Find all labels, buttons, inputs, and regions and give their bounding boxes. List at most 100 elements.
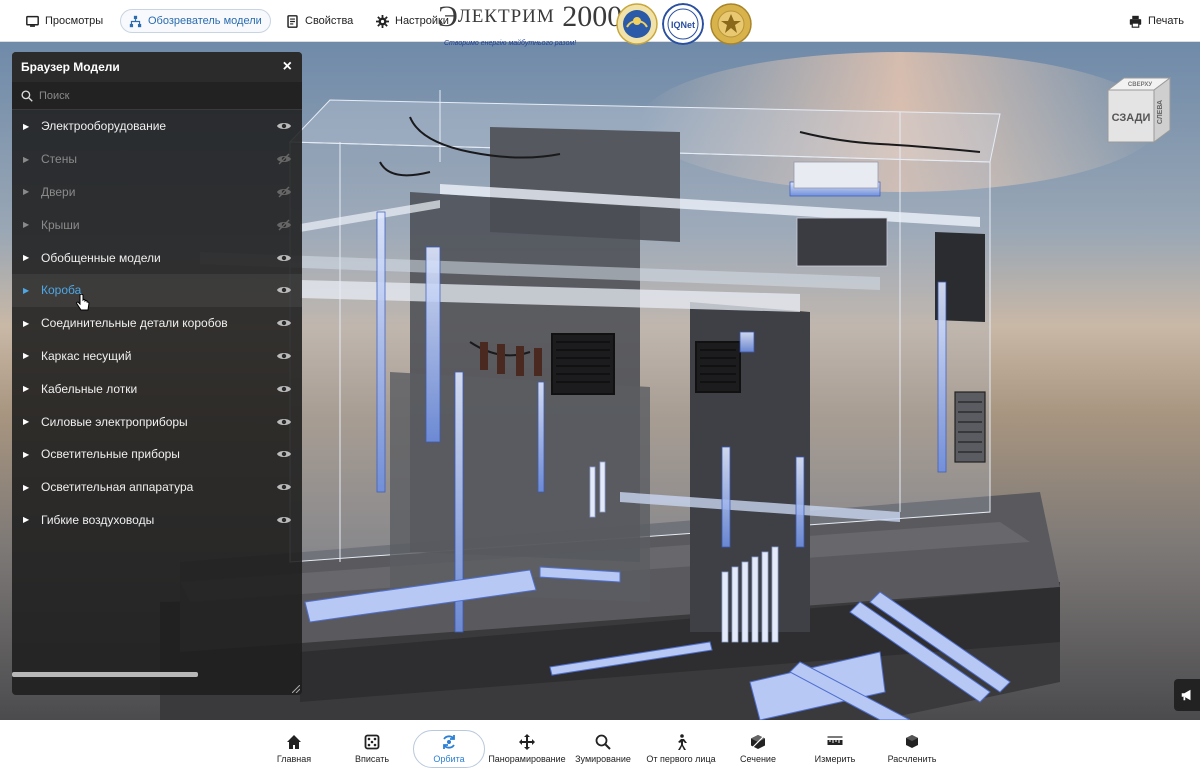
tree-item[interactable]: ▶ Гибкие воздуховоды	[12, 504, 302, 537]
tree-item[interactable]: ▶ Силовые электроприборы	[12, 405, 302, 438]
tree-item-label: Обобщенные модели	[41, 250, 161, 265]
eye-icon[interactable]	[276, 120, 292, 132]
certification-seal-icon	[616, 3, 658, 45]
tab-label: Свойства	[305, 15, 354, 27]
walk-icon	[678, 734, 687, 750]
hand-cursor-icon	[76, 294, 90, 311]
notifications-button[interactable]	[1174, 679, 1200, 711]
gear-icon	[376, 14, 389, 28]
eye-icon[interactable]	[276, 416, 292, 428]
eye-off-icon[interactable]	[276, 186, 292, 198]
expand-arrow-icon[interactable]: ▶	[23, 286, 31, 295]
tree-item-label: Двери	[41, 184, 76, 199]
search-icon	[21, 89, 33, 102]
eye-icon[interactable]	[276, 284, 292, 296]
section-button[interactable]: Сечение	[721, 734, 795, 764]
eye-icon[interactable]	[276, 317, 292, 329]
pan-button[interactable]: Панорамирование	[488, 734, 566, 764]
tree-item[interactable]: ▶ Крыши	[12, 208, 302, 241]
panel-search	[12, 82, 302, 110]
monitor-icon	[26, 15, 39, 27]
section-icon	[751, 735, 765, 749]
tab-views[interactable]: Просмотры	[18, 9, 111, 33]
orbit-button[interactable]: Орбита	[412, 734, 486, 764]
expand-arrow-icon[interactable]: ▶	[23, 515, 31, 524]
expand-arrow-icon[interactable]: ▶	[23, 351, 31, 360]
expand-arrow-icon[interactable]: ▶	[23, 483, 31, 492]
svg-text:IQNet: IQNet	[671, 20, 695, 30]
tree-item[interactable]: ▶ Обобщенные модели	[12, 241, 302, 274]
expand-arrow-icon[interactable]: ▶	[23, 220, 31, 229]
fit-icon	[364, 734, 380, 750]
tab-label: Просмотры	[45, 15, 104, 27]
tree-item-label: Каркас несущий	[41, 348, 132, 363]
tree-item[interactable]: ▶ Электрооборудование	[12, 110, 302, 143]
tree-item-label: Осветительная аппаратура	[41, 480, 194, 495]
expand-arrow-icon[interactable]: ▶	[23, 122, 31, 131]
zoom-icon	[595, 734, 611, 750]
explode-icon	[906, 735, 918, 748]
tree-item[interactable]: ▶ Двери	[12, 176, 302, 209]
megaphone-icon	[1181, 689, 1191, 701]
expand-arrow-icon[interactable]: ▶	[23, 384, 31, 393]
tree-item-label: Электрооборудование	[41, 119, 167, 134]
expand-arrow-icon[interactable]: ▶	[23, 319, 31, 328]
tree-item[interactable]: ▶ Осветительная аппаратура	[12, 471, 302, 504]
tab-label: Обозреватель модели	[148, 15, 262, 27]
printer-icon	[1129, 15, 1142, 28]
horizontal-scrollbar[interactable]	[12, 672, 198, 677]
expand-arrow-icon[interactable]: ▶	[23, 417, 31, 426]
eye-icon[interactable]	[276, 448, 292, 460]
hierarchy-icon	[129, 15, 142, 27]
print-button[interactable]: Печать	[1129, 9, 1184, 33]
measure-button[interactable]: Измерить	[798, 734, 872, 764]
print-label: Печать	[1147, 15, 1184, 27]
zoom-button[interactable]: Зумирование	[566, 734, 640, 764]
eye-off-icon[interactable]	[276, 219, 292, 231]
tree-item[interactable]: ▶ Каркас несущий	[12, 340, 302, 373]
tree-item-label: Крыши	[41, 217, 80, 232]
eye-off-icon[interactable]	[276, 153, 292, 165]
tree-item[interactable]: ▶ Стены	[12, 143, 302, 176]
expand-arrow-icon[interactable]: ▶	[23, 187, 31, 196]
tab-properties[interactable]: Свойства	[278, 9, 361, 33]
eye-icon[interactable]	[276, 514, 292, 526]
ruler-icon	[827, 736, 843, 745]
panel-header: Браузер Модели ×	[12, 52, 302, 82]
eye-icon[interactable]	[276, 252, 292, 264]
tree-item-selected[interactable]: ▶ Короба	[12, 273, 302, 307]
tree-item-label: Осветительные приборы	[41, 447, 180, 462]
search-input[interactable]	[39, 89, 279, 102]
eye-icon[interactable]	[276, 481, 292, 493]
panel-title: Браузер Модели	[21, 60, 120, 74]
expand-arrow-icon[interactable]: ▶	[23, 450, 31, 459]
tree-item-label: Кабельные лотки	[41, 381, 138, 396]
model-tree: ▶ Электрооборудование ▶ Стены ▶ Двери ▶ Крыш…	[12, 110, 302, 536]
home-button[interactable]: Главная	[257, 734, 331, 764]
document-icon	[287, 14, 298, 28]
viewcube[interactable]: СЗАДИ СЛЕВА СВЕРХУ	[1104, 76, 1174, 148]
gold-seal-icon	[710, 3, 752, 45]
viewcube-side-label: СЛЕВА	[1157, 100, 1164, 124]
tab-model-browser[interactable]: Обозреватель модели	[120, 9, 271, 33]
resize-handle-icon[interactable]	[292, 685, 300, 693]
logo-slogan: Створимо енергію майбутнього разом!	[444, 40, 577, 47]
orbit-icon	[443, 735, 455, 749]
fit-button[interactable]: Вписать	[335, 734, 409, 764]
expand-arrow-icon[interactable]: ▶	[23, 253, 31, 262]
bottom-toolbar: Главная Вписать Орбита Панорамирование З…	[0, 720, 1200, 775]
tree-item[interactable]: ▶ Осветительные приборы	[12, 438, 302, 471]
eye-icon[interactable]	[276, 350, 292, 362]
tree-item[interactable]: ▶ Кабельные лотки	[12, 372, 302, 405]
expand-arrow-icon[interactable]: ▶	[23, 155, 31, 164]
first-person-button[interactable]: От первого лица	[644, 734, 718, 764]
iqnet-seal-icon: IQNet	[662, 3, 704, 45]
eye-icon[interactable]	[276, 383, 292, 395]
tree-item-label: Силовые электроприборы	[41, 414, 188, 429]
logo-title: ЭЛЕКТРИМ 2000	[438, 0, 623, 33]
close-icon[interactable]: ×	[283, 59, 292, 75]
pan-icon	[519, 734, 535, 750]
tree-item-label: Гибкие воздуховоды	[41, 512, 155, 527]
explode-button[interactable]: Расчленить	[875, 734, 949, 764]
tree-item[interactable]: ▶ Соединительные детали коробов	[12, 307, 302, 340]
